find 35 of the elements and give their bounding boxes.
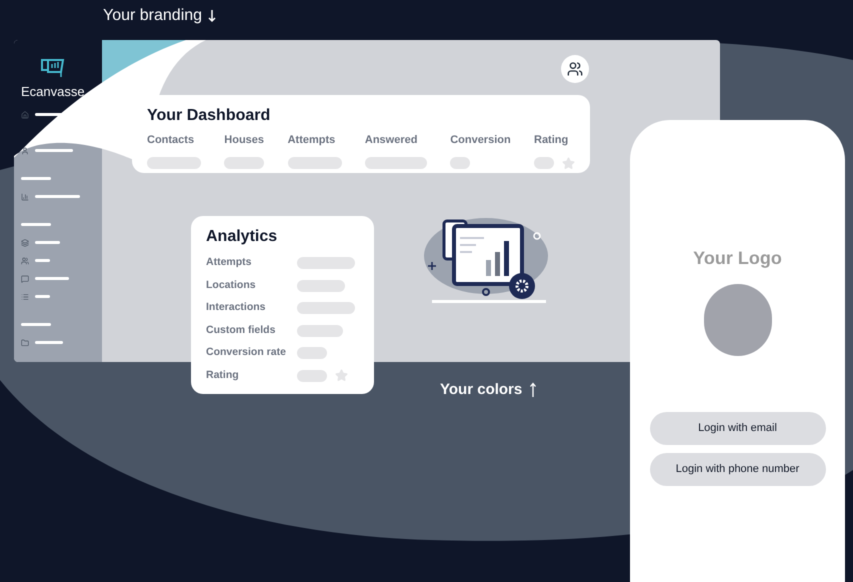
menu-icon	[21, 192, 29, 200]
login-button[interactable]: Login with phone number	[650, 453, 826, 486]
metric-label: Locations	[206, 278, 257, 293]
dashboard-title: Your Dashboard	[147, 106, 272, 126]
users-icon	[567, 61, 583, 77]
stat-label: Answered	[364, 133, 418, 148]
star-icon	[562, 156, 575, 170]
logo-text: Your Logo	[693, 247, 782, 270]
stat-label: Conversion	[450, 133, 511, 148]
menu-icon	[21, 274, 29, 282]
menu-icon	[21, 292, 29, 300]
analytics-title: Analytics	[206, 227, 278, 247]
metric-label: Custom fields	[206, 322, 276, 338]
stat-label: Rating	[534, 133, 570, 148]
metric-label: Attempts	[206, 255, 253, 270]
menu-icon	[21, 238, 29, 246]
colors-caption: Your colors	[440, 380, 522, 400]
menu-icon	[21, 146, 29, 154]
down-arrow-icon	[208, 9, 216, 23]
avatar-button[interactable]	[561, 55, 589, 83]
branding-caption: Your branding	[103, 6, 202, 26]
metric-label: Conversion rate	[206, 345, 287, 360]
stat-label: Houses	[224, 133, 264, 148]
metric-label: Interactions	[206, 300, 267, 316]
menu-icon	[21, 338, 29, 346]
stat-label: Attempts	[288, 133, 336, 148]
flag-logo-icon	[41, 56, 65, 78]
menu-icon	[21, 110, 29, 118]
stat-label: Contacts	[147, 133, 196, 148]
up-arrow-icon	[530, 382, 536, 398]
metric-label: Rating	[206, 368, 240, 383]
login-button[interactable]: Login with email	[650, 412, 826, 445]
brand-name: Ecanvasse	[21, 83, 86, 101]
menu-icon	[21, 256, 29, 264]
star-icon	[335, 369, 348, 382]
